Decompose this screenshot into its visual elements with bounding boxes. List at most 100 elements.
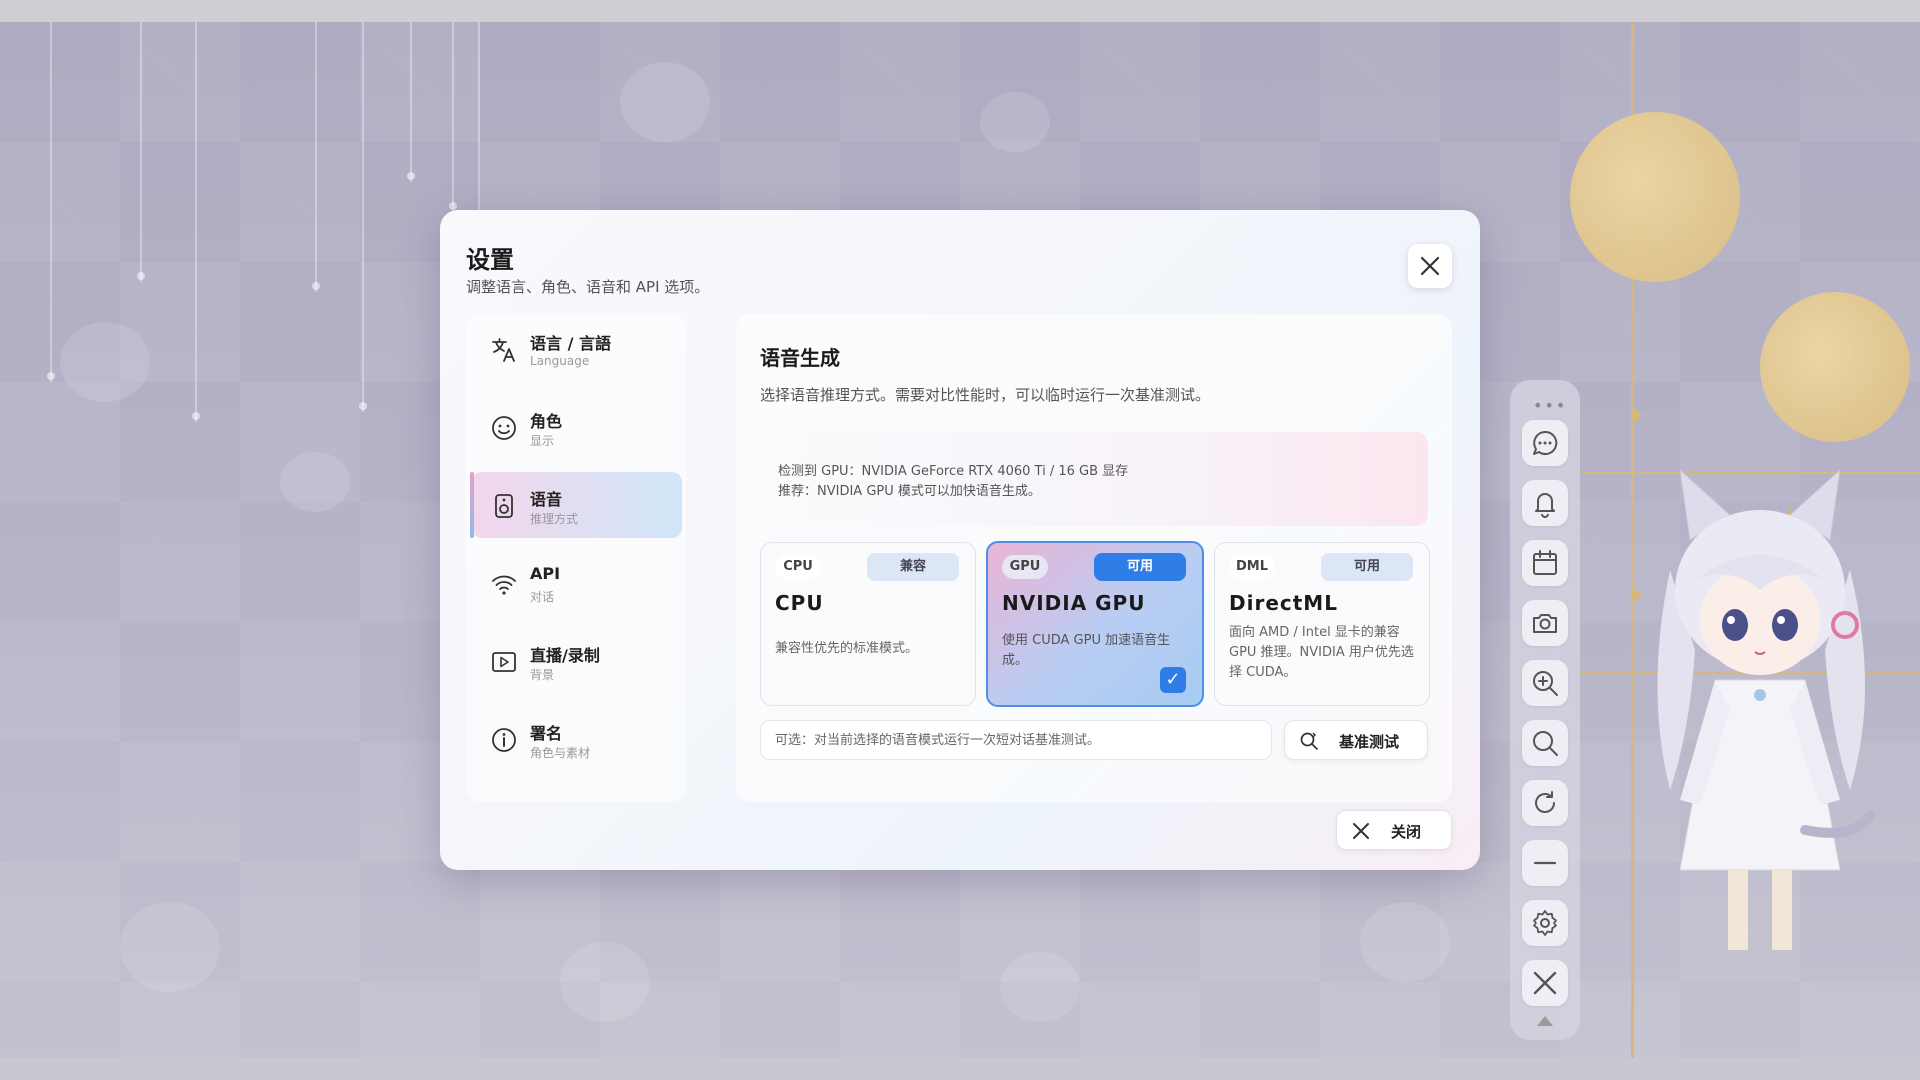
sidebar-item-credits[interactable]: 署名 角色与素材 — [472, 706, 682, 772]
voice-settings-panel: 语音生成 选择语音推理方式。需要对比性能时，可以临时运行一次基准测试。 检测到 … — [736, 314, 1452, 802]
bead-string — [449, 22, 457, 212]
pendant — [1754, 689, 1766, 701]
mode-description: 面向 AMD / Intel 显卡的兼容 GPU 推理。NVIDIA 用户优先选… — [1229, 625, 1414, 680]
mode-name: CPU — [775, 591, 824, 615]
panel-title: 语音生成 — [760, 346, 840, 370]
close-icon — [1420, 256, 1440, 276]
search-button[interactable] — [1522, 720, 1568, 766]
mode-name: DirectML — [1229, 591, 1338, 615]
mode-description: 兼容性优先的标准模式。 — [775, 641, 919, 656]
notification-button[interactable] — [1522, 480, 1568, 526]
paw-print — [560, 942, 650, 1022]
chat-icon — [1533, 430, 1558, 455]
settings-button[interactable] — [1522, 900, 1568, 946]
footer-close-button[interactable]: 关闭 — [1336, 810, 1452, 850]
sidebar-item-sublabel: 角色与素材 — [530, 746, 591, 760]
bead-string — [312, 22, 320, 292]
minimize-button[interactable] — [1522, 840, 1568, 886]
drag-handle[interactable]: ••• — [1533, 396, 1567, 415]
sidebar-item-language[interactable]: 语言 / 言語 Language — [472, 316, 682, 382]
sparkle-icon: ✦ — [1625, 402, 1647, 432]
sidebar-item-sublabel: 显示 — [530, 434, 555, 448]
wifi-icon — [492, 575, 516, 595]
info-icon — [492, 728, 516, 752]
floating-toolbar: ••• — [1510, 380, 1580, 1040]
dialog-title: 设置 — [466, 246, 514, 274]
paw-print — [280, 452, 350, 512]
mode-card-cpu[interactable]: CPU 兼容 CPU 兼容性优先的标准模式。 — [760, 542, 976, 706]
refresh-button[interactable] — [1522, 780, 1568, 826]
settings-dialog: 设置 调整语言、角色、语音和 API 选项。 语言 / 言語 Language … — [440, 210, 1480, 870]
close-icon — [1533, 971, 1557, 995]
sidebar-item-label: 语音 — [530, 490, 563, 509]
selected-check-icon: ✓ — [1160, 667, 1186, 693]
paw-print — [620, 62, 710, 142]
sidebar-item-sublabel: 对话 — [530, 590, 555, 604]
zoom-in-button[interactable] — [1522, 660, 1568, 706]
gpu-detection-box: 检测到 GPU：NVIDIA GeForce RTX 4060 Ti / 16 … — [760, 432, 1428, 526]
window-bottom-bar — [0, 1058, 1920, 1080]
benchmark-button[interactable]: 基准测试 — [1284, 720, 1428, 760]
gold-moon — [1570, 112, 1740, 282]
sidebar-item-sublabel: 推理方式 — [530, 512, 579, 526]
status-badge: 可用 — [1321, 553, 1413, 581]
search-icon — [1533, 731, 1558, 756]
bell-icon — [1535, 493, 1555, 518]
refresh-icon — [1535, 791, 1555, 813]
paw-print — [60, 322, 150, 402]
mode-card-directml[interactable]: DML 可用 DirectML 面向 AMD / Intel 显卡的兼容 GPU… — [1214, 542, 1430, 706]
sidebar-item-label: 署名 — [530, 724, 563, 743]
window-top-bar — [0, 0, 1920, 22]
search-refresh-icon — [1300, 732, 1318, 750]
mode-name: NVIDIA GPU — [1002, 591, 1146, 615]
bead-string — [407, 22, 415, 182]
sidebar-item-label: 角色 — [530, 412, 563, 431]
leg-left — [1728, 870, 1748, 950]
status-badge: 可用 — [1094, 553, 1186, 581]
paw-print — [980, 92, 1050, 152]
minimize-icon — [1533, 861, 1557, 865]
mode-tag: CPU — [775, 555, 821, 579]
settings-icon — [1533, 910, 1557, 936]
bead-string — [47, 22, 55, 382]
eye-right — [1772, 609, 1798, 641]
camera-icon — [1533, 614, 1557, 633]
sidebar-item-voice[interactable]: 语音 推理方式 — [470, 472, 682, 538]
mode-card-nvidia-gpu[interactable]: GPU 可用 NVIDIA GPU 使用 CUDA GPU 加速语音生成。 ✓ — [986, 541, 1204, 707]
bead-string — [192, 22, 200, 422]
calendar-button[interactable] — [1522, 540, 1568, 586]
collapse-up-icon[interactable] — [1537, 1016, 1553, 1026]
sidebar-item-stream[interactable]: 直播/录制 背景 — [472, 628, 682, 694]
gold-moon — [1760, 292, 1910, 442]
mode-tag: DML — [1229, 555, 1275, 579]
eye-left — [1722, 609, 1748, 641]
sidebar-item-label: 语言 / 言語 — [530, 334, 611, 353]
translate-icon — [492, 338, 515, 362]
paw-print — [1000, 952, 1080, 1022]
smiley-icon — [492, 416, 516, 440]
bead-string — [137, 22, 145, 282]
panel-description: 选择语音推理方式。需要对比性能时，可以临时运行一次基准测试。 — [760, 386, 1211, 404]
bead-string — [359, 22, 367, 412]
benchmark-hint: 可选：对当前选择的语音模式运行一次短对话基准测试。 — [760, 720, 1272, 760]
close-button-label: 关闭 — [1391, 823, 1422, 841]
play-icon — [492, 652, 516, 672]
paw-print — [1360, 902, 1450, 982]
sidebar-item-sublabel: Language — [530, 354, 590, 368]
settings-sidebar: 语言 / 言語 Language 角色 显示 语音 推理方式 API 对话 直播… — [466, 314, 686, 802]
sidebar-item-character[interactable]: 角色 显示 — [472, 394, 682, 460]
sidebar-item-label: API — [530, 564, 561, 583]
exit-button[interactable] — [1522, 960, 1568, 1006]
calendar-icon — [1533, 550, 1557, 575]
dialog-subtitle: 调整语言、角色、语音和 API 选项。 — [466, 278, 710, 296]
paw-print — [120, 902, 220, 992]
screenshot-button[interactable] — [1522, 600, 1568, 646]
chat-button[interactable] — [1522, 420, 1568, 466]
sidebar-item-api[interactable]: API 对话 — [472, 550, 682, 616]
dialog-close-button[interactable] — [1408, 244, 1452, 288]
close-icon — [1353, 823, 1369, 839]
mode-description: 使用 CUDA GPU 加速语音生成。 — [1002, 633, 1171, 668]
gpu-recommend-text: 推荐：NVIDIA GPU 模式可以加快语音生成。 — [778, 484, 1041, 499]
mascot-character[interactable] — [1640, 470, 1880, 970]
zoom-in-icon — [1533, 671, 1558, 696]
